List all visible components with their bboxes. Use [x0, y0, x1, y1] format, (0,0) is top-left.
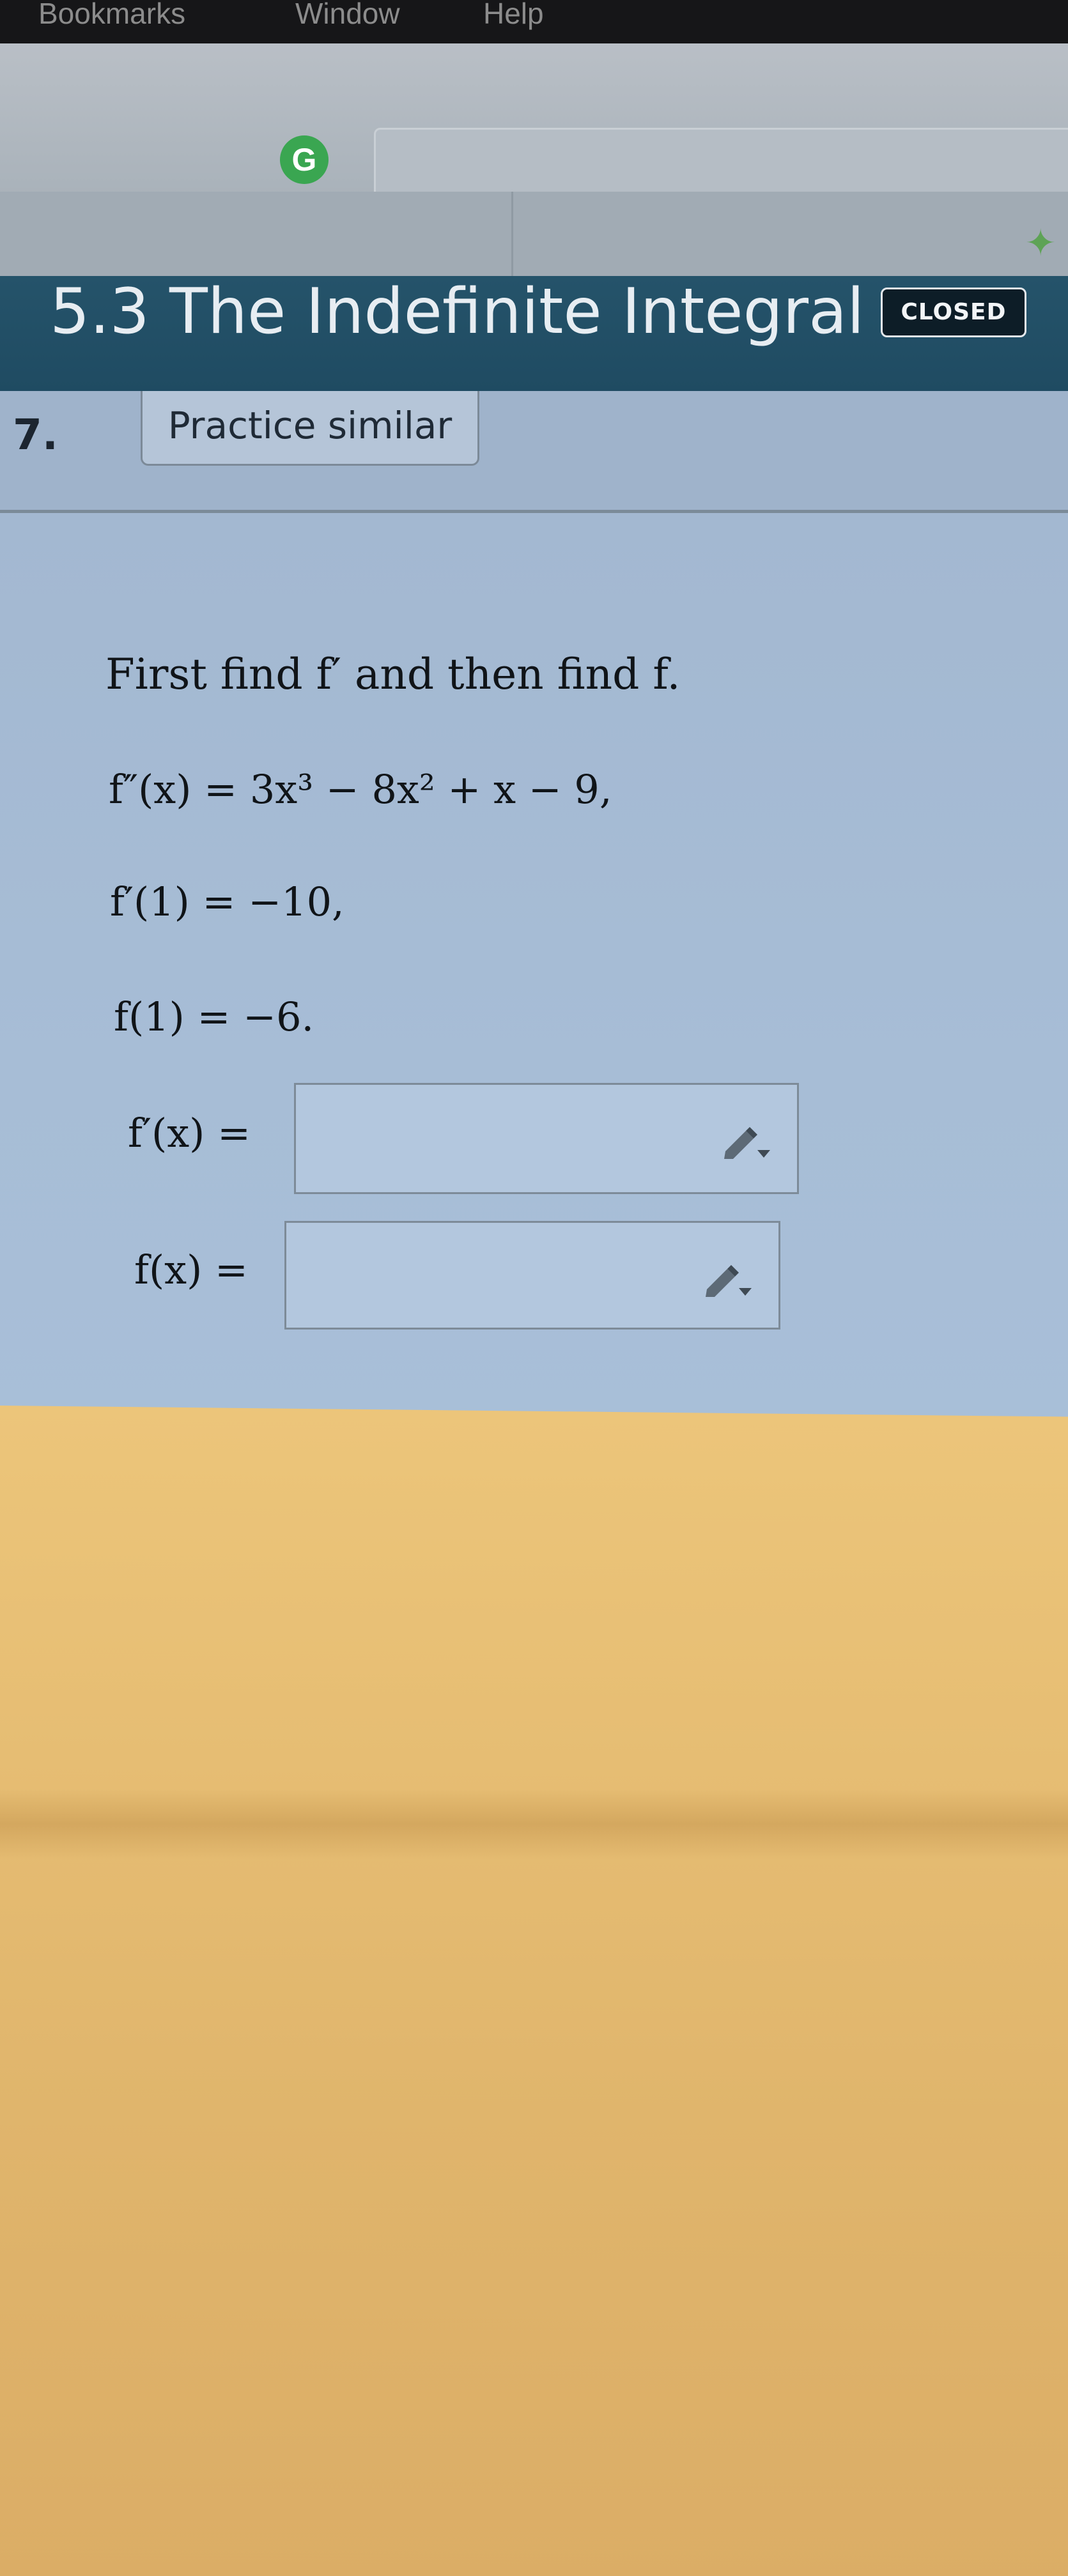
given-second-derivative: f″(x) = 3x³ − 8x² + x − 9,: [109, 766, 612, 813]
browser-toolbar: G: [0, 43, 1068, 203]
question-number: 7.: [13, 410, 58, 459]
answer-label-function: f(x) =: [134, 1246, 248, 1293]
extension-g-icon[interactable]: G: [280, 135, 329, 184]
section-header: 5.3 The Indefinite Integral CLOSED: [0, 276, 1068, 391]
pencil-dropdown-icon[interactable]: [702, 1260, 753, 1298]
menu-bookmarks[interactable]: Bookmarks: [38, 0, 185, 31]
answer-input-function[interactable]: [284, 1221, 780, 1330]
practice-similar-button[interactable]: Practice similar: [141, 391, 479, 466]
answer-label-derivative: f′(x) =: [128, 1110, 251, 1156]
problem-instruction: First find f′ and then find f.: [105, 650, 681, 699]
problem-panel: First find f′ and then find f. f″(x) = 3…: [0, 513, 1068, 1438]
given-function-condition: f(1) = −6.: [114, 993, 314, 1040]
given-derivative-condition: f′(1) = −10,: [110, 878, 344, 925]
menu-help[interactable]: Help: [483, 0, 544, 31]
menu-window[interactable]: Window: [295, 0, 400, 31]
section-title: 5.3 The Indefinite Integral: [50, 275, 865, 348]
bookmarks-strip: [0, 192, 1068, 276]
puzzle-piece-icon[interactable]: ✦: [1021, 224, 1060, 262]
photo-stage: Bookmarks Window Help G ✦ 5.3 The Indefi…: [0, 0, 1068, 2576]
pencil-dropdown-icon[interactable]: [720, 1122, 771, 1160]
answer-input-derivative[interactable]: [294, 1083, 799, 1194]
menu-bar: Bookmarks Window Help: [0, 0, 1068, 43]
question-bar: 7. Practice similar: [0, 391, 1068, 512]
strip-divider: [511, 192, 513, 276]
paper-sheet: [0, 1406, 1068, 2576]
status-badge: CLOSED: [881, 288, 1026, 337]
paper-fold-shadow: [0, 1789, 1068, 1859]
